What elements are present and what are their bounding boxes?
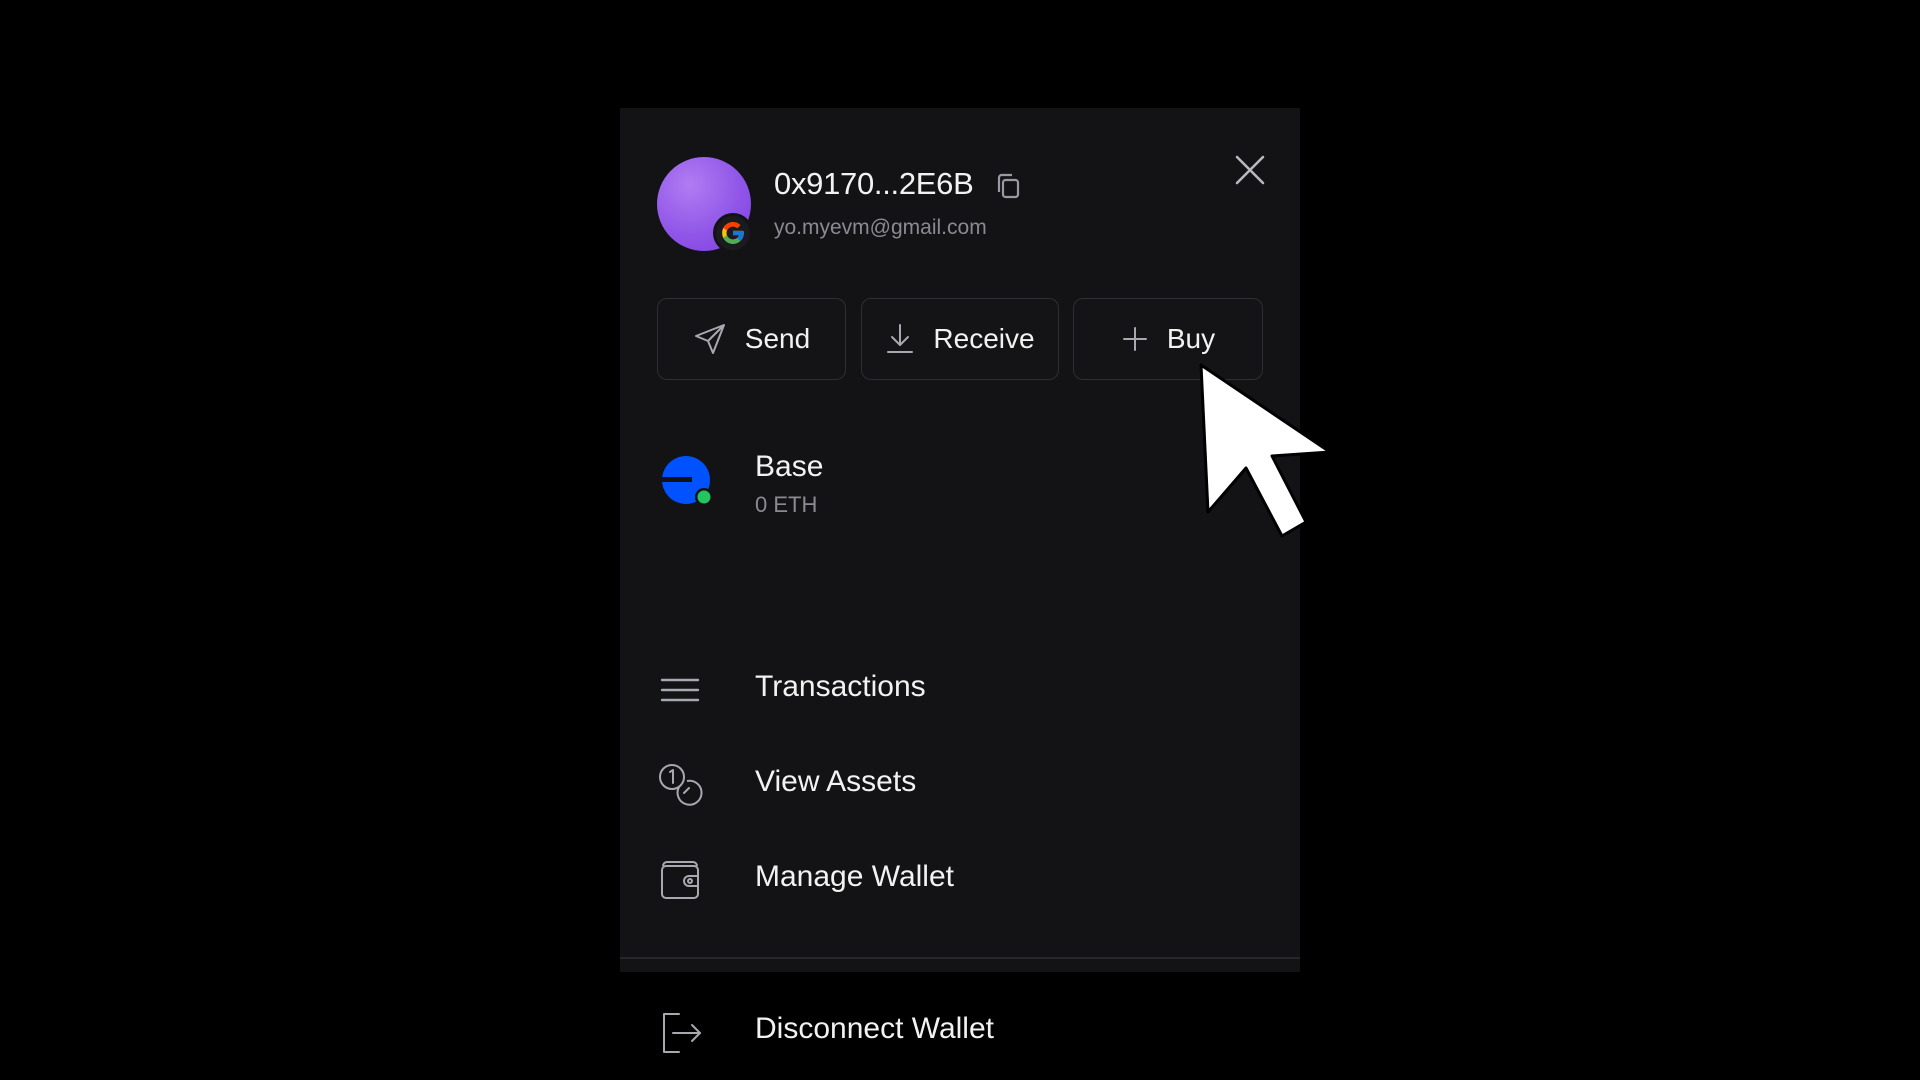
menu-item-label: Manage Wallet (755, 860, 954, 893)
screen: 0x9170...2E6B yo.myevm@gmail.com Send Re… (0, 0, 1920, 1080)
network-selector[interactable]: Base 0 ETH (657, 438, 1263, 528)
receive-button[interactable]: Receive (861, 298, 1059, 380)
plus-icon (1122, 327, 1147, 351)
menu-item-manage-wallet[interactable]: Manage Wallet (657, 840, 1263, 916)
menu-item-label: Disconnect Wallet (755, 1012, 994, 1045)
buy-label: Buy (1166, 323, 1216, 354)
menu-item-label: Transactions (755, 670, 926, 703)
copy-icon[interactable] (994, 171, 1022, 201)
send-label: Send (744, 323, 811, 354)
close-icon (1235, 155, 1265, 185)
coins-icon (657, 763, 703, 807)
network-balance: 0 ETH (755, 492, 818, 517)
google-icon (713, 213, 753, 253)
divider (620, 957, 1300, 959)
download-icon (887, 324, 914, 353)
menu-item-label: View Assets (755, 765, 917, 798)
menu-item-view-assets[interactable]: View Assets (657, 745, 1263, 821)
send-button[interactable]: Send (657, 298, 846, 380)
wallet-icon (657, 858, 703, 902)
account-email: yo.myevm@gmail.com (774, 216, 987, 239)
wallet-address: 0x9170...2E6B (774, 166, 974, 201)
disconnect-wallet-button[interactable]: Disconnect Wallet (657, 992, 1263, 1068)
logout-icon (657, 1010, 703, 1054)
network-name: Base (755, 450, 824, 483)
menu-item-transactions[interactable]: Transactions (657, 650, 1263, 726)
send-icon (694, 324, 725, 354)
mouse-cursor-icon (1199, 363, 1332, 538)
receive-label: Receive (933, 323, 1035, 354)
account-avatar (657, 157, 753, 253)
base-network-icon (662, 456, 714, 508)
close-button[interactable] (1228, 148, 1272, 192)
list-icon (657, 668, 703, 712)
